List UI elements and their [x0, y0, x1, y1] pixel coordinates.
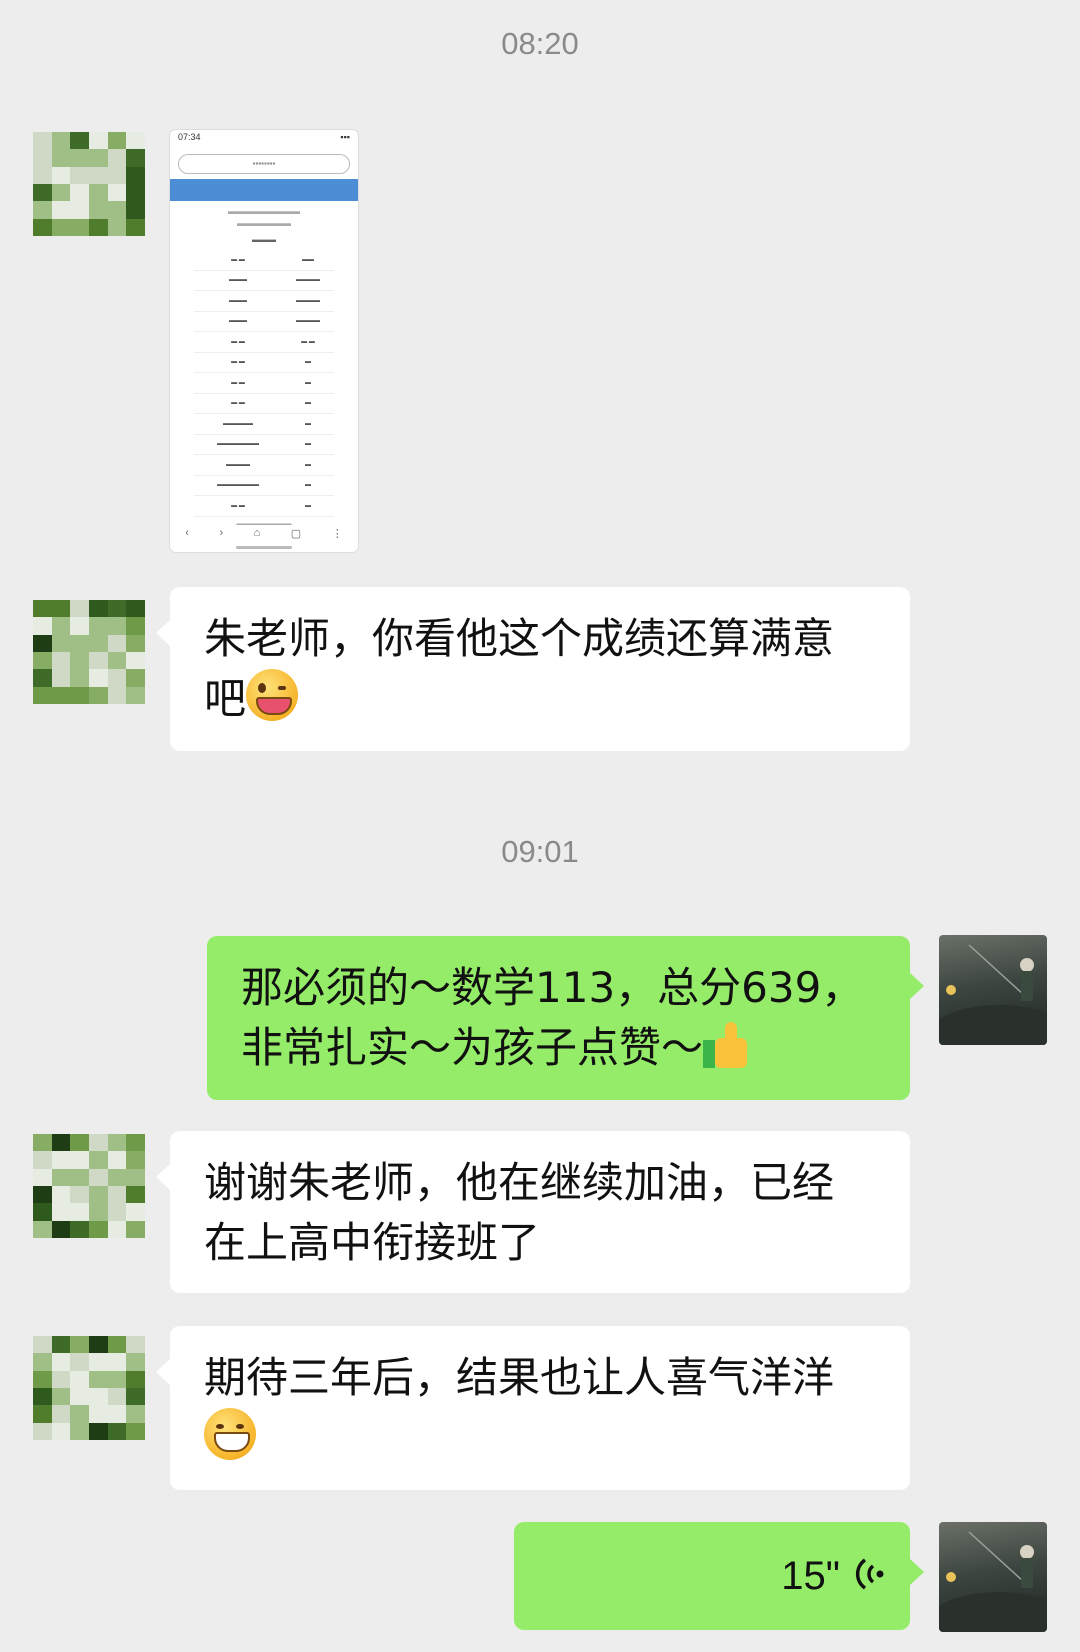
message-text: 朱老师，你看他这个成绩还算满意 [204, 614, 835, 663]
screenshot-status-bar: 07:34 ▪▪▪ [178, 132, 350, 142]
screenshot-nav: ‹ › ⌂ ▢ ⋮ [185, 527, 343, 540]
thumbs-up-emoji-icon [703, 1022, 751, 1070]
self-avatar[interactable] [939, 1522, 1047, 1632]
avatar-artwork-icon [939, 944, 1047, 1045]
message-bubble[interactable]: 谢谢朱老师，他在继续加油，已经 在上高中衔接班了 [156, 1131, 910, 1293]
message-text: 期待三年后，结果也让人喜气洋洋 [204, 1353, 835, 1402]
screenshot-header-bar [170, 179, 358, 201]
message-bubble[interactable]: 期待三年后，结果也让人喜气洋洋 [156, 1326, 910, 1490]
wink-tongue-emoji-icon [246, 669, 299, 721]
voice-message-bubble[interactable]: 15" [514, 1522, 924, 1630]
timestamp: 08:20 [501, 26, 579, 61]
screenshot-footer: ▬▬▬▬▬▬▬▬▬▬▬ [236, 520, 292, 527]
self-avatar[interactable] [939, 935, 1047, 1045]
screenshot-score-table: ▬ ▬ ▬▬ ▬▬▬ ▬▬▬▬ ▬▬▬ ▬▬▬▬ ▬▬▬ ▬▬▬▬ ▬ ▬ ▬ ▬ ▬ ▬… [194, 250, 334, 517]
avatar[interactable] [33, 1336, 145, 1440]
voice-wave-icon [855, 1558, 884, 1590]
screenshot-title: ▬▬▬▬▬▬▬▬ ▬▬▬▬▬▬ [228, 206, 300, 228]
voice-duration: 15" [781, 1554, 840, 1598]
message-text: 吧 [204, 674, 247, 723]
grin-emoji-icon [204, 1408, 256, 1460]
screenshot-url-bar: ▪▪▪▪▪▪▪▪ [178, 154, 350, 174]
avatar[interactable] [33, 1134, 145, 1238]
avatar-artwork-icon [939, 1531, 1047, 1632]
message-text: 在上高中衔接班了 [204, 1218, 541, 1267]
avatar[interactable] [33, 132, 145, 236]
message-bubble[interactable]: 那必须的～数学113，总分639， 非常扎实～为孩子点赞～ [207, 936, 924, 1100]
message-text: 那必须的～数学113，总分639， [241, 963, 864, 1012]
avatar[interactable] [33, 600, 145, 704]
timestamp: 09:01 [501, 834, 579, 869]
score-screenshot-image[interactable]: 07:34 ▪▪▪ ▪▪▪▪▪▪▪▪ ▬▬▬▬▬▬▬▬ ▬▬▬▬▬▬ ▬▬▬ ▬ ▬… [170, 130, 358, 552]
message-bubble[interactable]: 朱老师，你看他这个成绩还算满意 吧 [156, 587, 910, 751]
message-text: 谢谢朱老师，他在继续加油，已经 [204, 1158, 835, 1207]
screenshot-subtitle: ▬▬▬ [252, 235, 276, 244]
message-text: 非常扎实～为孩子点赞～ [241, 1023, 704, 1072]
screenshot-home-indicator [236, 546, 292, 549]
